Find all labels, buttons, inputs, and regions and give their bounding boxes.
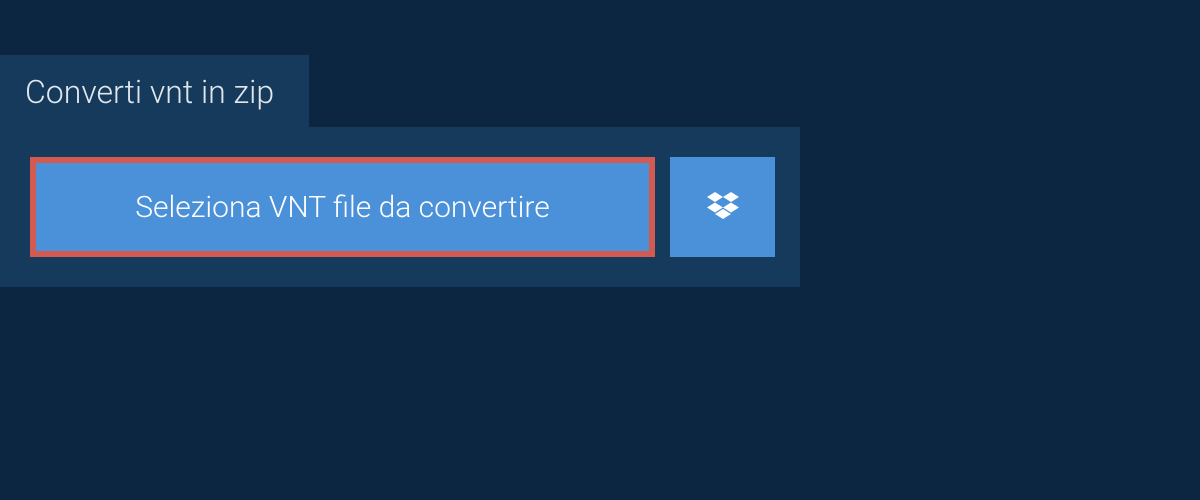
file-select-panel: Seleziona VNT file da convertire — [0, 127, 800, 287]
tab-convert-vnt-zip[interactable]: Converti vnt in zip — [0, 55, 309, 129]
select-file-button[interactable]: Seleziona VNT file da convertire — [30, 157, 655, 257]
tab-label: Converti vnt in zip — [25, 73, 274, 111]
tab-bar: Converti vnt in zip — [0, 55, 309, 129]
select-file-label: Seleziona VNT file da convertire — [135, 190, 550, 225]
dropbox-icon — [707, 192, 739, 222]
dropbox-button[interactable] — [670, 157, 775, 257]
